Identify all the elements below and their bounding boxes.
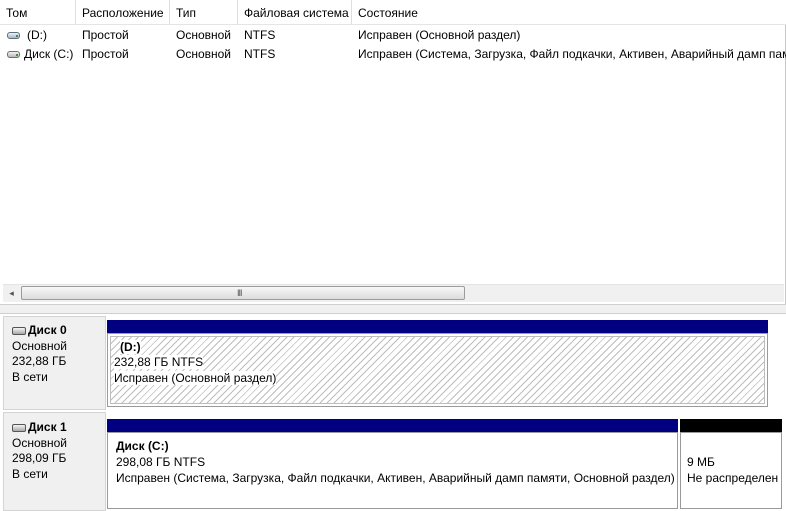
row-filesystem: NTFS xyxy=(244,28,276,42)
partition-d-selection xyxy=(110,336,765,404)
scroll-left-arrow-icon[interactable]: ◂ xyxy=(3,285,20,302)
partition-name-wrap: (D:) xyxy=(120,340,141,354)
row-volume: (D:) xyxy=(27,28,47,42)
row-volume: Диск (C:) xyxy=(24,47,74,61)
disk-state: В сети xyxy=(12,466,48,481)
partition-status: Исправен (Основной раздел) xyxy=(114,371,277,385)
scrollbar-thumb[interactable]: III xyxy=(21,286,465,300)
row-layout: Простой xyxy=(82,28,129,42)
volume-icon xyxy=(7,32,20,39)
row-status: Исправен (Основной раздел) xyxy=(358,28,521,42)
partition-d[interactable]: (D:) 232,88 ГБ NTFS Исправен (Основной р… xyxy=(107,333,768,407)
disk-size: 298,09 ГБ xyxy=(12,451,67,465)
disk-kind: Основной xyxy=(12,338,68,353)
partition-fs-wrap: 232,88 ГБ NTFS xyxy=(114,355,204,369)
disk-icon xyxy=(12,327,26,335)
partition-c[interactable]: Диск (C:) 298,08 ГБ NTFS Исправен (Систе… xyxy=(107,432,678,509)
pane-splitter[interactable] xyxy=(0,304,786,314)
partition-name: Диск (C:) xyxy=(116,439,169,453)
disk-map: Диск 0 Основной 232,88 ГБ В сети (D:) 23… xyxy=(0,314,786,511)
disk-icon xyxy=(12,424,26,432)
disk-kind: Основной xyxy=(12,435,68,450)
column-status[interactable]: Состояние xyxy=(352,0,786,24)
disk-title: Диск 1 xyxy=(28,420,67,434)
column-volume[interactable]: Том xyxy=(0,0,76,24)
partition-bar-c xyxy=(107,419,678,432)
partition-bar-unallocated xyxy=(680,419,782,432)
row-status: Исправен (Система, Загрузка, Файл подкач… xyxy=(358,47,786,61)
header-divider xyxy=(0,24,786,25)
disk-title: Диск 0 xyxy=(28,323,67,337)
row-type: Основной xyxy=(176,47,232,61)
volume-list[interactable]: Том Расположение Тип Файловая система Со… xyxy=(0,0,786,304)
disk-1-label[interactable]: Диск 1 Основной 298,09 ГБ В сети xyxy=(3,412,106,511)
row-type: Основной xyxy=(176,28,232,42)
partition-status: Исправен (Система, Загрузка, Файл подкач… xyxy=(116,471,675,485)
volume-row-d[interactable]: (D:) Простой Основной NTFS Исправен (Осн… xyxy=(0,26,786,45)
column-type[interactable]: Тип xyxy=(170,0,238,24)
partition-unallocated[interactable]: 9 МБ Не распределен xyxy=(680,432,782,509)
column-layout[interactable]: Расположение xyxy=(76,0,170,24)
volume-row-c[interactable]: Диск (C:) Простой Основной NTFS Исправен… xyxy=(0,45,786,64)
disk-state: В сети xyxy=(12,369,48,384)
partition-status-wrap: Исправен (Основной раздел) xyxy=(114,371,277,385)
partition-fs: 298,08 ГБ NTFS xyxy=(116,455,206,469)
row-filesystem: NTFS xyxy=(244,47,276,61)
disk-0-label[interactable]: Диск 0 Основной 232,88 ГБ В сети xyxy=(3,316,106,410)
column-filesystem[interactable]: Файловая система xyxy=(238,0,352,24)
partition-name: (D:) xyxy=(120,340,141,354)
volume-icon xyxy=(7,51,20,58)
partition-fs: 9 МБ xyxy=(687,455,715,469)
column-header: Том Расположение Тип Файловая система Со… xyxy=(0,0,786,25)
partition-bar-d xyxy=(107,320,768,333)
disk-1-title-line: Диск 1 xyxy=(12,420,105,436)
scrollbar-grip-icon: III xyxy=(237,288,242,298)
partition-fs: 232,88 ГБ NTFS xyxy=(114,355,204,369)
row-layout: Простой xyxy=(82,47,129,61)
partition-status: Не распределен xyxy=(687,471,779,485)
horizontal-scrollbar[interactable]: ◂ III xyxy=(3,284,784,302)
disk-size: 232,88 ГБ xyxy=(12,354,67,368)
disk-0-title-line: Диск 0 xyxy=(12,323,105,339)
